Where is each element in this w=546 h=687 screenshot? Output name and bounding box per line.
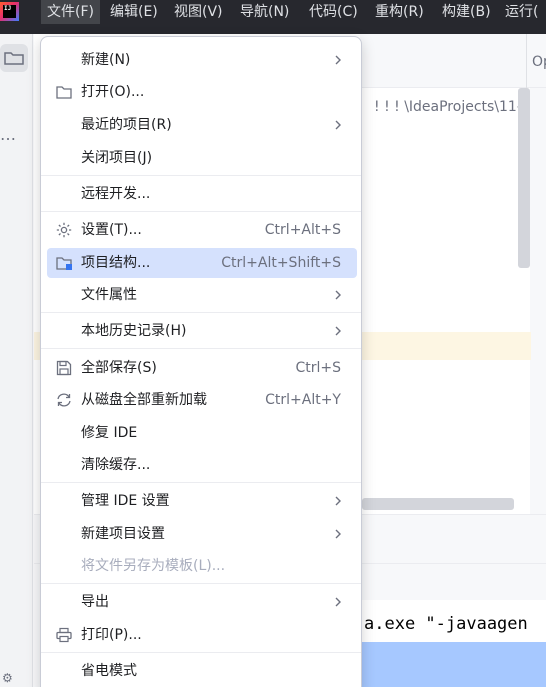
scroll-gutter: [530, 88, 546, 514]
chevron-right-icon: [335, 496, 341, 506]
menu-build[interactable]: 构建(B): [436, 0, 497, 24]
vertical-scrollbar[interactable]: [518, 88, 530, 268]
menu-item-label: 从磁盘全部重新加载: [81, 392, 207, 408]
menu-file[interactable]: 文件(F): [41, 0, 100, 24]
horizontal-scrollbar[interactable]: [362, 498, 514, 510]
folder-icon: [4, 52, 24, 65]
menu-item-reload-from-disk[interactable]: 从磁盘全部重新加载 Ctrl+Alt+Y: [47, 385, 357, 415]
menu-item-shortcut: Ctrl+Alt+S: [264, 222, 341, 238]
menu-separator: [41, 211, 361, 212]
menu-item-shortcut: Ctrl+Alt+Y: [265, 392, 341, 408]
left-tool-strip: …: [0, 34, 33, 687]
menu-item-label: 远程开发...: [81, 186, 151, 202]
menu-separator: [41, 482, 361, 483]
menu-item-shortcut: Ctrl+Alt+Shift+S: [221, 255, 341, 271]
printer-icon: [56, 627, 72, 643]
chevron-right-icon: [335, 529, 341, 539]
menu-item-power-save-mode[interactable]: 省电模式: [47, 656, 357, 686]
menu-item-settings[interactable]: 设置(T)... Ctrl+Alt+S: [47, 215, 357, 245]
menu-separator: [41, 583, 361, 584]
main-menubar: IJ 文件(F) 编辑(E) 视图(V) 导航(N) 代码(C) 重构(R) 构…: [0, 0, 546, 34]
menu-item-project-structure[interactable]: 项目结构... Ctrl+Alt+Shift+S: [47, 248, 357, 278]
menu-item-shortcut: Ctrl+S: [295, 360, 341, 376]
menu-item-label: 修复 IDE: [81, 425, 138, 441]
menu-item-remote-dev[interactable]: 远程开发...: [47, 179, 357, 209]
menu-refactor[interactable]: 重构(R): [369, 0, 430, 24]
tab-divider: [526, 34, 527, 88]
menu-run[interactable]: 运行(: [499, 0, 544, 24]
menu-item-label: 本地历史记录(H): [81, 323, 187, 339]
menu-item-label: 关闭项目(J): [81, 150, 153, 166]
editor-tab-strip: Op: [360, 34, 546, 88]
menu-item-local-history[interactable]: 本地历史记录(H): [47, 316, 357, 346]
menu-view[interactable]: 视图(V): [168, 0, 229, 24]
menu-item-open[interactable]: 打开(O)...: [47, 77, 357, 107]
menu-item-export[interactable]: 导出: [47, 587, 357, 617]
editor-path-text: ! ! ! \IdeaProjects\11-: [374, 99, 522, 115]
menu-item-label: 将文件另存为模板(L)...: [81, 558, 226, 574]
menu-item-label: 新建项目设置: [81, 526, 165, 542]
menu-item-repair-ide[interactable]: 修复 IDE: [47, 418, 357, 448]
menu-item-print[interactable]: 打印(P)...: [47, 620, 357, 650]
save-icon: [56, 360, 72, 376]
menu-item-recent-projects[interactable]: 最近的项目(R): [47, 110, 357, 140]
menu-item-label: 导出: [81, 594, 109, 610]
menu-item-label: 全部保存(S): [81, 360, 157, 376]
intellij-logo-icon[interactable]: IJ: [0, 2, 19, 21]
menu-item-manage-ide-settings[interactable]: 管理 IDE 设置: [47, 486, 357, 516]
menu-item-new[interactable]: 新建(N): [47, 45, 357, 75]
menu-item-invalidate-caches[interactable]: 清除缓存...: [47, 450, 357, 480]
project-structure-icon: [56, 257, 72, 270]
menu-item-label: 打开(O)...: [81, 84, 145, 100]
menu-edit[interactable]: 编辑(E): [104, 0, 164, 24]
console-command-text: a.exe "-javaagen: [364, 614, 528, 634]
console-selection: [362, 642, 546, 687]
menu-item-label: 省电模式: [81, 663, 137, 679]
menu-item-label: 设置(T)...: [81, 222, 142, 238]
menu-separator: [41, 348, 361, 349]
menu-separator: [41, 175, 361, 176]
chevron-right-icon: [335, 120, 341, 130]
logo-text: IJ: [3, 5, 16, 18]
menu-separator: [41, 312, 361, 313]
menu-item-label: 文件属性: [81, 287, 137, 303]
chevron-right-icon: [335, 597, 341, 607]
project-tool-button[interactable]: [0, 44, 28, 72]
gear-icon: [56, 222, 72, 238]
menu-separator: [41, 652, 361, 653]
menu-navigate[interactable]: 导航(N): [234, 0, 295, 24]
menu-item-label: 打印(P)...: [81, 627, 142, 643]
menu-item-label: 最近的项目(R): [81, 117, 172, 133]
menu-item-file-properties[interactable]: 文件属性: [47, 280, 357, 310]
menu-item-label: 项目结构...: [81, 255, 151, 271]
menu-item-save-all[interactable]: 全部保存(S) Ctrl+S: [47, 353, 357, 383]
more-tools-icon[interactable]: …: [0, 127, 17, 143]
menu-item-new-project-setup[interactable]: 新建项目设置: [47, 519, 357, 549]
menu-item-close-project[interactable]: 关闭项目(J): [47, 143, 357, 173]
menu-item-label: 管理 IDE 设置: [81, 493, 170, 509]
menu-item-label: 清除缓存...: [81, 457, 151, 473]
editor-tab-label[interactable]: Op: [532, 54, 546, 70]
file-menu-popup: 新建(N) 打开(O)... 最近的项目(R) 关闭项目(J) 远程开发... …: [40, 36, 362, 687]
chevron-right-icon: [335, 290, 341, 300]
menu-item-label: 新建(N): [81, 52, 131, 68]
menu-code[interactable]: 代码(C): [303, 0, 364, 24]
menu-item-save-as-template: 将文件另存为模板(L)...: [47, 551, 357, 581]
status-icon: ⚙: [2, 671, 13, 685]
reload-icon: [57, 393, 71, 407]
chevron-right-icon: [335, 326, 341, 336]
folder-icon: [56, 86, 72, 99]
chevron-right-icon: [335, 55, 341, 65]
